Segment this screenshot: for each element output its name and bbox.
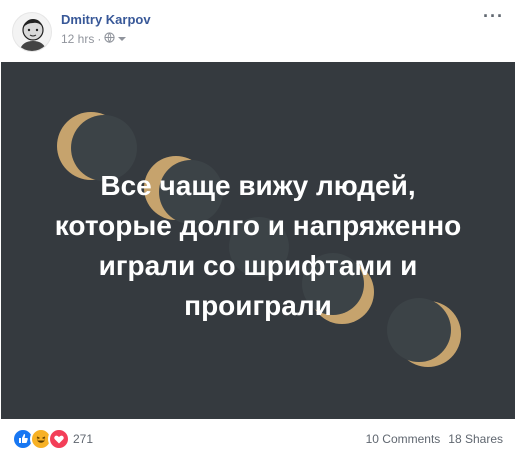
author-name[interactable]: Dmitry Karpov	[61, 12, 151, 27]
post-footer: 271 10 Comments 18 Shares	[0, 423, 516, 453]
quote-line: которые долго и напряженно	[54, 210, 462, 241]
avatar[interactable]	[12, 12, 52, 52]
chevron-down-icon[interactable]	[118, 32, 127, 46]
globe-icon[interactable]	[104, 32, 115, 46]
quote-line: играли со шрифтами и	[98, 250, 418, 281]
shares-count-link[interactable]: 18 Shares	[448, 432, 503, 446]
avatar-portrait-icon	[19, 19, 47, 51]
more-options-button[interactable]: ···	[483, 6, 504, 27]
reaction-count[interactable]: 271	[73, 432, 93, 446]
post-meta: 12 hrs ·	[61, 32, 127, 46]
engagement-stats: 10 Comments 18 Shares	[366, 432, 503, 446]
quote-line: Все чаще вижу людей,	[100, 170, 416, 201]
quote-line: проиграли	[184, 290, 332, 321]
quote-text: Все чаще вижу людей, которые долго и нап…	[1, 166, 515, 326]
love-reaction-icon	[48, 428, 70, 450]
post-image[interactable]: Все чаще вижу людей, которые долго и нап…	[1, 62, 515, 419]
comments-count-link[interactable]: 10 Comments	[366, 432, 441, 446]
meta-separator: ·	[97, 32, 102, 46]
post-time[interactable]: 12 hrs	[61, 32, 94, 46]
reactions-summary[interactable]: 271	[12, 428, 93, 450]
facebook-post: Dmitry Karpov 12 hrs · ··· Все чаще вижу…	[0, 0, 516, 462]
